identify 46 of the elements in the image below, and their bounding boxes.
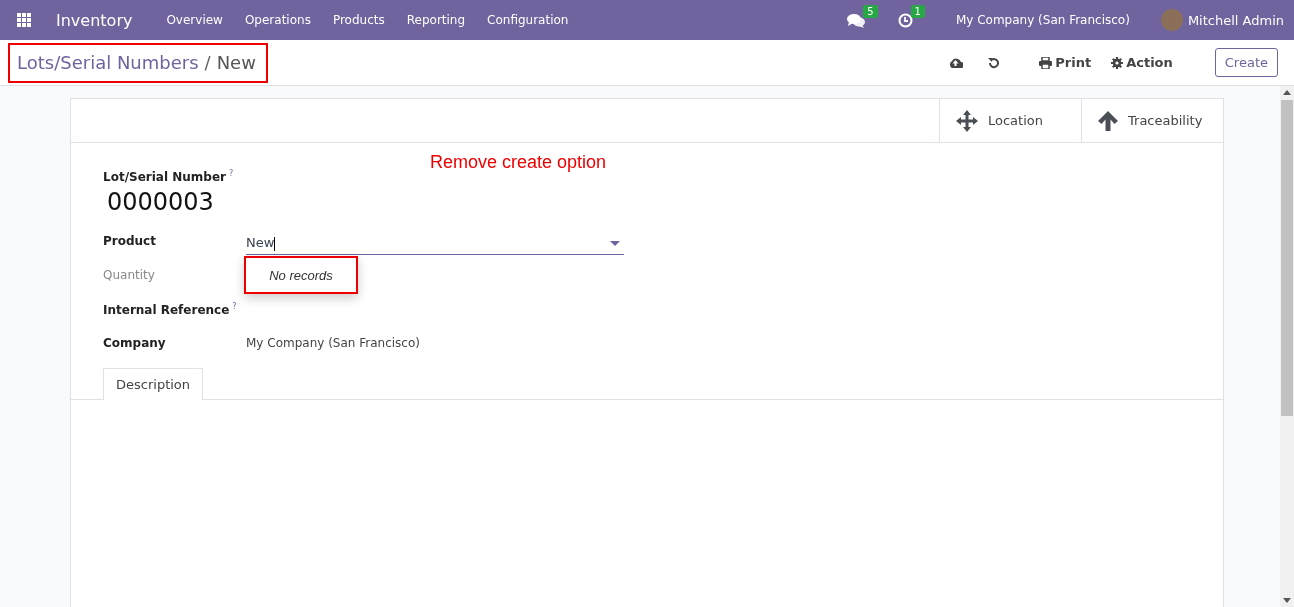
scroll-down-icon[interactable] — [1283, 598, 1291, 603]
printer-icon — [1039, 56, 1053, 69]
annotation-note: Remove create option — [430, 152, 607, 173]
app-name[interactable]: Inventory — [45, 10, 144, 30]
message-count-badge: 5 — [863, 4, 878, 18]
clock-icon — [897, 12, 913, 28]
discard-button[interactable] — [987, 56, 1000, 69]
notebook-tab[interactable]: Description — [103, 368, 204, 400]
gear-icon — [1111, 56, 1124, 69]
product-field[interactable]: New — [246, 232, 624, 255]
help-tooltip-icon[interactable]: ? — [228, 169, 234, 178]
cloud-upload-icon — [948, 57, 964, 68]
apps-grid-icon — [17, 13, 31, 27]
menu-item[interactable]: Reporting — [395, 13, 477, 27]
field-label: Lot/Serial Number — [103, 170, 226, 184]
up-arrow-icon — [1098, 110, 1118, 131]
activity-count-badge: 1 — [910, 4, 925, 18]
field-value: My Company (San Francisco) — [246, 335, 421, 350]
create-button[interactable]: Create — [1214, 48, 1278, 77]
traceability-button[interactable]: Traceability — [1081, 99, 1223, 142]
user-menu[interactable]: Mitchell Admin — [1187, 12, 1284, 28]
help-tooltip-icon[interactable]: ? — [232, 302, 237, 311]
action-menu[interactable]: Action — [1111, 55, 1173, 70]
field-label: Internal Reference — [103, 303, 230, 317]
scroll-up-icon[interactable] — [1283, 90, 1291, 95]
company-switcher[interactable]: My Company (San Francisco) — [944, 13, 1141, 27]
breadcrumb-link[interactable]: Lots/Serial Numbers — [17, 51, 199, 73]
menu-item[interactable]: Configuration — [476, 13, 580, 27]
location-button[interactable]: Location — [939, 99, 1081, 142]
avatar — [1160, 9, 1183, 31]
chat-bubbles-icon — [847, 12, 866, 28]
breadcrumb-separator: / — [204, 51, 211, 73]
caret-icon — [610, 240, 620, 246]
menu-item[interactable]: Overview — [155, 13, 234, 27]
field-label: Company — [103, 336, 166, 350]
field-label: Product — [103, 234, 156, 248]
save-button[interactable] — [948, 57, 964, 68]
menu-item[interactable]: Operations — [233, 13, 322, 27]
scrollbar-thumb[interactable] — [1281, 100, 1293, 416]
field-label: Quantity — [103, 268, 155, 282]
four-way-arrows-icon — [956, 109, 978, 132]
undo-icon — [987, 56, 1000, 69]
print-menu[interactable]: Print — [1039, 55, 1092, 70]
menu-item[interactable]: Products — [321, 13, 396, 27]
breadcrumb-current: New — [216, 51, 256, 73]
lot-number-value: 0000003 — [107, 188, 215, 216]
